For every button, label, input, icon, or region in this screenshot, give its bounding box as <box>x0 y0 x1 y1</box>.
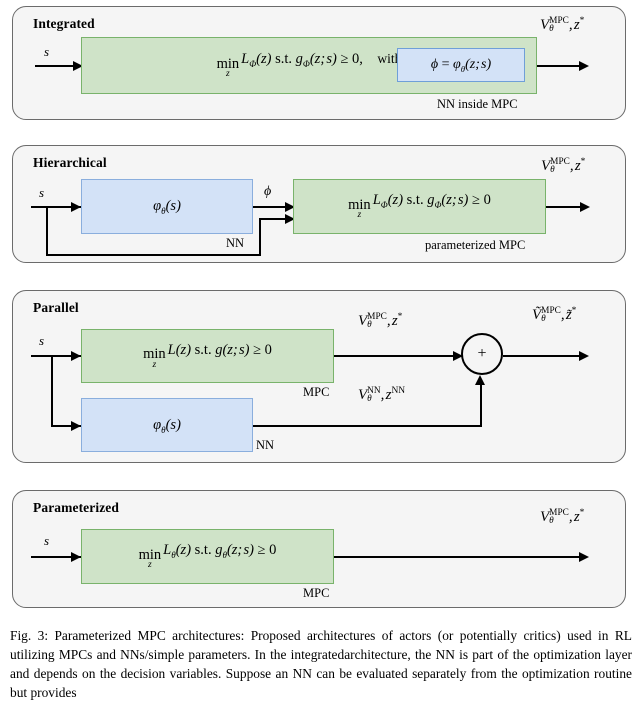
panel-title-hierarchical: Hierarchical <box>33 155 107 170</box>
input-label-s-parameterized: s <box>44 533 50 548</box>
mpc-output-wire-parallel <box>334 355 464 357</box>
output-arrowhead-integrated <box>579 61 589 71</box>
nn-output-arrowhead-parallel <box>475 375 485 385</box>
panel-title-parallel: Parallel <box>33 300 79 315</box>
panel-title-parameterized: Parameterized <box>33 500 119 515</box>
nn-formula-hierarchical: φθ(s) <box>153 198 181 216</box>
bypass-vwire-up-hierarchical <box>259 218 261 256</box>
input-arrowhead-nn-hierarchical <box>71 202 81 212</box>
phi-label-hierarchical: ϕ <box>264 184 272 199</box>
nn-signal-label-parallel: V NN θ, zNN <box>358 386 406 405</box>
output-label-hierarchical: V MPC θ, z* <box>541 157 586 176</box>
mpc-sublabel-hierarchical: parameterized MPC <box>425 238 526 252</box>
output-arrowhead-parallel <box>579 351 589 361</box>
mpc-formula-integrated: min z LΦ(z) s.t. gΦ(z; s) ≥ 0, with <box>216 51 402 80</box>
nn-sublabel-parallel: NN <box>256 438 275 452</box>
output-label-parameterized: V MPC θ, z* <box>540 508 585 527</box>
mpc-formula-parameterized: min z Lθ(z) s.t. gθ(z; s) ≥ 0 <box>138 542 277 571</box>
inner-nn-formula-integrated: ϕ = φθ(z; s) <box>430 57 492 74</box>
mpc-sublabel-parameterized: MPC <box>303 586 330 600</box>
mpc-formula-hierarchical: min z LΦ(z) s.t. gΦ(z; s) ≥ 0 <box>348 192 491 221</box>
mpc-sublabel-integrated: NN inside MPC <box>437 97 518 111</box>
output-wire-parallel <box>503 355 587 357</box>
output-wire-parameterized <box>334 556 587 558</box>
input-wire-parallel <box>31 355 53 357</box>
input-label-s-hierarchical: s <box>39 185 45 200</box>
mpc-block-parallel: min z L(z) s.t. g(z; s) ≥ 0 <box>81 329 334 383</box>
output-arrowhead-hierarchical <box>580 202 590 212</box>
mpc-entry-arrowhead-parallel <box>71 351 81 361</box>
nn-output-vwire-parallel <box>480 381 482 425</box>
panel-parallel: Parallel s min z L(z) s.t. g(z; s) ≥ 0 MPC… <box>12 290 626 463</box>
summation-symbol: + <box>477 345 487 362</box>
panel-parameterized: Parameterized s min z Lθ(z) s.t. gθ(z; s) … <box>12 490 626 608</box>
nn-sublabel-hierarchical: NN <box>226 236 245 250</box>
mpc-block-hierarchical: min z LΦ(z) s.t. gΦ(z; s) ≥ 0 <box>293 179 546 234</box>
panel-title-integrated: Integrated <box>33 16 95 31</box>
mpc-signal-label-parallel: V MPC θ, z* <box>358 312 403 331</box>
bypass-hwire-hierarchical <box>46 254 261 256</box>
nn-entry-arrowhead-parallel <box>71 421 81 431</box>
nn-formula-parallel: φθ(s) <box>153 416 181 435</box>
summation-node-parallel: + <box>461 333 503 375</box>
mpc-sublabel-parallel: MPC <box>303 385 330 399</box>
nn-output-wire-parallel <box>253 425 482 427</box>
figure-caption: Fig. 3: Parameterized MPC architectures:… <box>10 628 632 700</box>
mpc-block-parameterized: min z Lθ(z) s.t. gθ(z; s) ≥ 0 <box>81 529 334 584</box>
mpc-block-integrated: min z LΦ(z) s.t. gΦ(z; s) ≥ 0, with ϕ = φθ… <box>81 37 537 94</box>
output-label-integrated: V MPC θ, z* <box>540 16 585 35</box>
inner-nn-block-integrated: ϕ = φθ(z; s) <box>397 48 525 82</box>
output-arrowhead-parameterized <box>579 552 589 562</box>
input-arrowhead-parameterized <box>71 552 81 562</box>
input-label-s-integrated: s <box>44 44 50 59</box>
output-label-parallel: Ṽ MPC θ, z̃* <box>532 306 577 325</box>
bypass-vwire-down-hierarchical <box>46 206 48 256</box>
nn-block-hierarchical: φθ(s) <box>81 179 253 234</box>
input-label-s-parallel: s <box>39 333 45 348</box>
input-split-vwire-parallel <box>51 355 53 427</box>
panel-hierarchical: Hierarchical s φθ(s) NN ϕ min z LΦ(z) s.t.… <box>12 145 626 263</box>
mpc-formula-parallel: min z L(z) s.t. g(z; s) ≥ 0 <box>143 341 272 370</box>
nn-block-parallel: φθ(s) <box>81 398 253 452</box>
panel-integrated: Integrated s min z LΦ(z) s.t. gΦ(z; s) ≥ 0… <box>12 6 626 120</box>
